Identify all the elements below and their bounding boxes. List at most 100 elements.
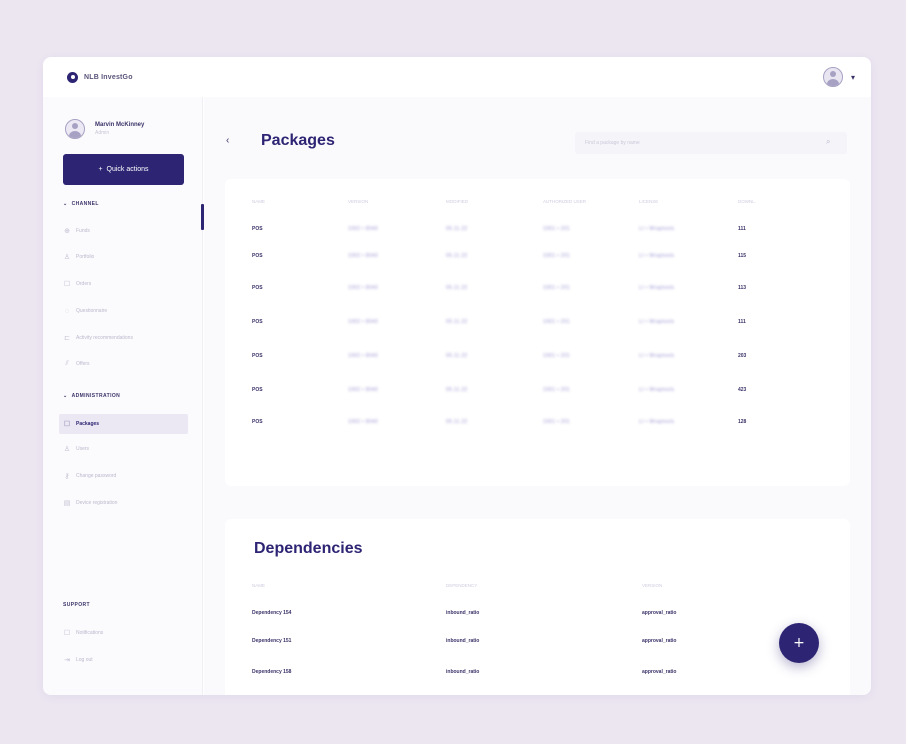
app-window: NLB InvestGo ▾ Marvin McKinney Admin + Q… (43, 57, 871, 695)
cell-downloads: 113 (738, 285, 747, 291)
cell-version: 1002 • 8040 (348, 387, 379, 393)
sidebar-item-offers[interactable]: ⫽ Offers (63, 357, 89, 371)
logout-icon: ⇥ (64, 657, 70, 664)
column-header[interactable]: DOWNL. (738, 199, 756, 204)
cell-modified: 05.11.22 (446, 285, 468, 291)
cell-name: POS (252, 419, 263, 425)
cell-downloads: 203 (738, 353, 747, 359)
sidebar-item-questionnaire[interactable]: ◌ Questionnaire (63, 304, 107, 318)
sidebar-item-label: Activity recommendations (76, 335, 133, 341)
user-avatar-icon (65, 119, 85, 139)
cell-version: 1002 • 8040 (348, 319, 379, 325)
quick-actions-label: Quick actions (106, 166, 149, 173)
column-header[interactable]: VERSION (348, 199, 368, 204)
cell-dependency-name: Dependency 154 (252, 610, 292, 616)
packages-icon: ☐ (63, 421, 71, 428)
brand-name: NLB InvestGo (84, 73, 133, 81)
cell-modified: 05.11.22 (446, 226, 468, 232)
user-profile[interactable]: Marvin McKinney Admin (65, 119, 144, 139)
activity-icon: ⊏ (64, 335, 70, 342)
bell-icon: ☐ (63, 630, 71, 637)
cell-authorized-user: 1001 • 201 (543, 319, 570, 325)
cell-downloads: 128 (738, 419, 747, 425)
account-menu[interactable]: ▾ (822, 67, 855, 87)
sidebar-item-label: Packages (76, 421, 100, 427)
search-input[interactable] (575, 132, 847, 154)
sidebar-item-label: Questionnaire (76, 308, 108, 314)
cell-license: LI • Wraptools (639, 353, 675, 359)
account-avatar-icon[interactable] (822, 67, 843, 87)
column-header[interactable]: NAME (252, 583, 265, 588)
cell-license: LI • Wraptools (639, 419, 675, 425)
cell-dependency-name: Dependency 158 (252, 669, 292, 675)
sidebar-item-notifications[interactable]: ☐ Notifications (63, 626, 103, 640)
sidebar-item-funds[interactable]: ⊕ Funds (63, 224, 90, 238)
cell-modified: 05.11.22 (446, 253, 468, 259)
brand[interactable]: NLB InvestGo (67, 71, 133, 83)
sidebar-item-orders[interactable]: ☐ Orders (63, 277, 91, 291)
questionnaire-icon: ◌ (64, 307, 70, 315)
sidebar-item-users[interactable]: ♙ Users (63, 442, 89, 456)
cell-authorized-user: 1001 • 201 (543, 419, 570, 425)
sidebar-item-change-password[interactable]: ⚷ Change password (63, 469, 116, 483)
funds-icon: ⊕ (64, 228, 70, 235)
cell-version: 1002 • 8040 (348, 226, 379, 232)
cell-name: POS (252, 319, 263, 325)
cell-modified: 05.11.22 (446, 387, 468, 393)
sidebar-item-logout[interactable]: ⇥ Log out (63, 653, 93, 667)
main-content: ‹ Packages ⌕ NAME VERSION MODIFIED AUTHO… (204, 97, 871, 695)
add-fab-button[interactable]: + (779, 623, 819, 663)
cell-authorized-user: 1001 • 201 (543, 253, 570, 259)
sidebar-item-device-registration[interactable]: ▤ Device registration (63, 496, 118, 510)
cell-version: approval_ratio (642, 669, 677, 675)
cell-dependency: inbound_ratio (446, 610, 480, 616)
cell-version: 1002 • 8040 (348, 419, 379, 425)
cell-downloads: 423 (738, 387, 747, 393)
search-icon[interactable]: ⌕ (826, 137, 830, 147)
sidebar: Marvin McKinney Admin + Quick actions ⌄ … (43, 97, 203, 695)
chevron-down-icon: ⌄ (63, 393, 68, 399)
sidebar-item-label: Notifications (76, 630, 104, 636)
sidebar-item-portfolio[interactable]: ♙ Portfolio (63, 250, 94, 264)
sidebar-item-label: Portfolio (76, 254, 95, 260)
cell-authorized-user: 1001 • 201 (543, 387, 570, 393)
back-chevron-icon[interactable]: ‹ (226, 135, 229, 146)
logo-icon (67, 71, 78, 83)
column-header[interactable]: AUTHORIZED USER (543, 199, 586, 204)
sidebar-item-activity[interactable]: ⊏ Activity recommendations (63, 331, 133, 345)
column-header[interactable]: VERSION (642, 583, 662, 588)
cell-version: approval_ratio (642, 638, 677, 644)
chevron-down-icon[interactable]: ▾ (851, 73, 855, 82)
cell-license: LI • Wraptools (639, 285, 675, 291)
sidebar-item-packages[interactable]: ☐ Packages (59, 414, 188, 434)
column-header[interactable]: DEPENDENCY (446, 583, 477, 588)
section-channel-label: CHANNEL (71, 201, 99, 207)
quick-actions-button[interactable]: + Quick actions (63, 154, 184, 185)
section-administration[interactable]: ⌄ ADMINISTRATION (63, 393, 120, 399)
cell-name: POS (252, 285, 263, 291)
cell-version: 1002 • 8040 (348, 285, 379, 291)
page-title: Packages (261, 132, 335, 149)
column-header[interactable]: LICENSE (639, 199, 658, 204)
sidebar-item-label: Funds (76, 228, 90, 234)
cell-name: POS (252, 353, 263, 359)
sidebar-item-label: Users (76, 446, 90, 452)
top-bar: NLB InvestGo ▾ (43, 57, 871, 97)
cell-license: LI • Wraptools (639, 226, 675, 232)
orders-icon: ☐ (63, 281, 71, 288)
section-channel[interactable]: ⌄ CHANNEL (63, 201, 99, 207)
cell-dependency: inbound_ratio (446, 638, 480, 644)
column-header[interactable]: MODIFIED (446, 199, 468, 204)
cell-authorized-user: 1001 • 201 (543, 285, 570, 291)
column-header[interactable]: NAME (252, 199, 265, 204)
section-support: SUPPORT (63, 602, 90, 608)
chevron-down-icon: ⌄ (63, 201, 68, 207)
plus-icon: + (793, 635, 805, 651)
offers-icon: ⫽ (65, 360, 69, 367)
cell-name: POS (252, 253, 263, 259)
user-role: Admin (95, 130, 110, 136)
user-name: Marvin McKinney (95, 122, 145, 128)
cell-version: approval_ratio (642, 610, 677, 616)
cell-dependency-name: Dependency 151 (252, 638, 292, 644)
plus-icon: + (98, 166, 103, 173)
